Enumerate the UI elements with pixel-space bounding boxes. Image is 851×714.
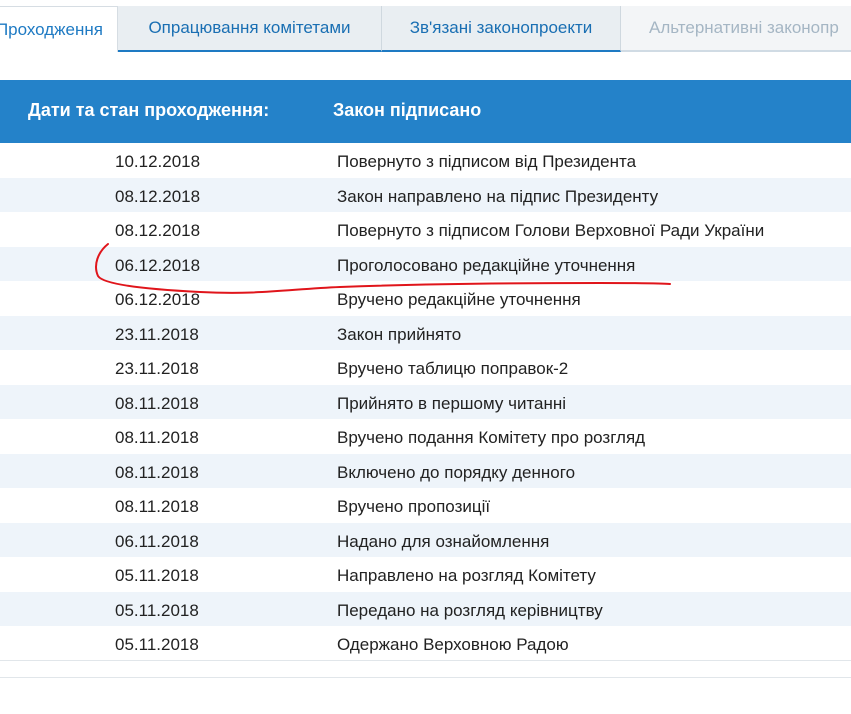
row-date: 05.11.2018 — [115, 566, 199, 585]
row-event: Передано на розгляд керівництву — [337, 600, 603, 620]
passage-table: 10.12.2018 Повернуто з підписом від Прези… — [0, 143, 851, 661]
status-header-label: Дати та стан проходження: — [28, 100, 270, 120]
row-date: 23.11.2018 — [115, 324, 199, 344]
row-event: Прийнято в першому читанні — [337, 393, 567, 413]
row-event: Вручено подання Комітету про розгляд — [337, 428, 646, 447]
table-row: 08.11.2018 Прийнято в першому читанні — [0, 384, 851, 419]
row-date: 06.12.2018 — [115, 255, 201, 275]
row-event: Проголосовано редакційне уточнення — [337, 255, 636, 275]
tab-committee-processing[interactable]: Опрацювання комітетами — [118, 6, 382, 52]
table-row: 10.12.2018 Повернуто з підписом від Прези… — [0, 143, 851, 178]
table-row: 08.11.2018 Вручено подання Комітету про р… — [0, 419, 851, 454]
table-row: 06.11.2018 Надано для ознайомлення — [0, 522, 851, 557]
row-date: 08.11.2018 — [115, 462, 199, 482]
row-date: 08.11.2018 — [115, 428, 199, 447]
status-header: Дати та стан проходження: Закон підписан… — [0, 80, 851, 143]
table-row: 05.11.2018 Направлено на розгляд Комітету — [0, 557, 851, 592]
table-row: 23.11.2018 Вручено таблицю поправок-2 — [0, 350, 851, 385]
row-date: 06.12.2018 — [115, 290, 201, 309]
table-row: 06.12.2018 Вручено редакційне уточнення — [0, 281, 851, 316]
row-date: 06.11.2018 — [115, 531, 199, 551]
table-row: 08.11.2018 Вручено пропозиції — [0, 488, 851, 523]
row-date: 08.12.2018 — [115, 221, 201, 240]
status-header-value: Закон підписано — [333, 100, 482, 120]
tab-alternative-bills: Альтернативні законопр — [621, 6, 851, 52]
table-row: 05.11.2018 Одержано Верховною Радою — [0, 626, 851, 661]
row-date: 08.11.2018 — [115, 497, 199, 516]
tab-passage[interactable]: Проходження — [0, 6, 118, 52]
row-date: 08.11.2018 — [115, 393, 199, 413]
row-date: 05.11.2018 — [115, 600, 199, 620]
row-event: Вручено пропозиції — [337, 497, 491, 516]
row-event: Вручено таблицю поправок-2 — [337, 359, 569, 378]
row-date: 10.12.2018 — [115, 152, 201, 171]
table-row: 05.11.2018 Передано на розгляд керівництв… — [0, 591, 851, 626]
table-divider — [0, 660, 851, 661]
row-event: Вручено редакційне уточнення — [337, 290, 581, 309]
row-date: 08.12.2018 — [115, 186, 201, 206]
tab-bar: Проходження Опрацювання комітетами Зв'яз… — [0, 0, 851, 54]
row-event: Надано для ознайомлення — [337, 531, 550, 551]
row-event: Повернуто з підписом Голови Верховної Ра… — [337, 221, 765, 240]
row-event: Закон прийнято — [337, 324, 462, 344]
row-date: 05.11.2018 — [115, 635, 199, 654]
page-divider — [0, 677, 851, 678]
table-row: 06.12.2018 Проголосовано редакційне уточн… — [0, 246, 851, 281]
table-row: 23.11.2018 Закон прийнято — [0, 315, 851, 350]
row-event: Включено до порядку денного — [337, 462, 576, 482]
row-date: 23.11.2018 — [115, 359, 199, 378]
tab-related-bills[interactable]: Зв'язані законопроекти — [382, 6, 621, 52]
table-row: 08.12.2018 Повернуто з підписом Голови Ве… — [0, 212, 851, 247]
row-event: Направлено на розгляд Комітету — [337, 566, 596, 585]
row-event: Повернуто з підписом від Президента — [337, 152, 637, 171]
table-row: 08.11.2018 Включено до порядку денного — [0, 453, 851, 488]
table-row: 08.12.2018 Закон направлено на підпис Пре… — [0, 177, 851, 212]
row-event: Закон направлено на підпис Президенту — [337, 186, 659, 206]
row-event: Одержано Верховною Радою — [337, 635, 569, 654]
